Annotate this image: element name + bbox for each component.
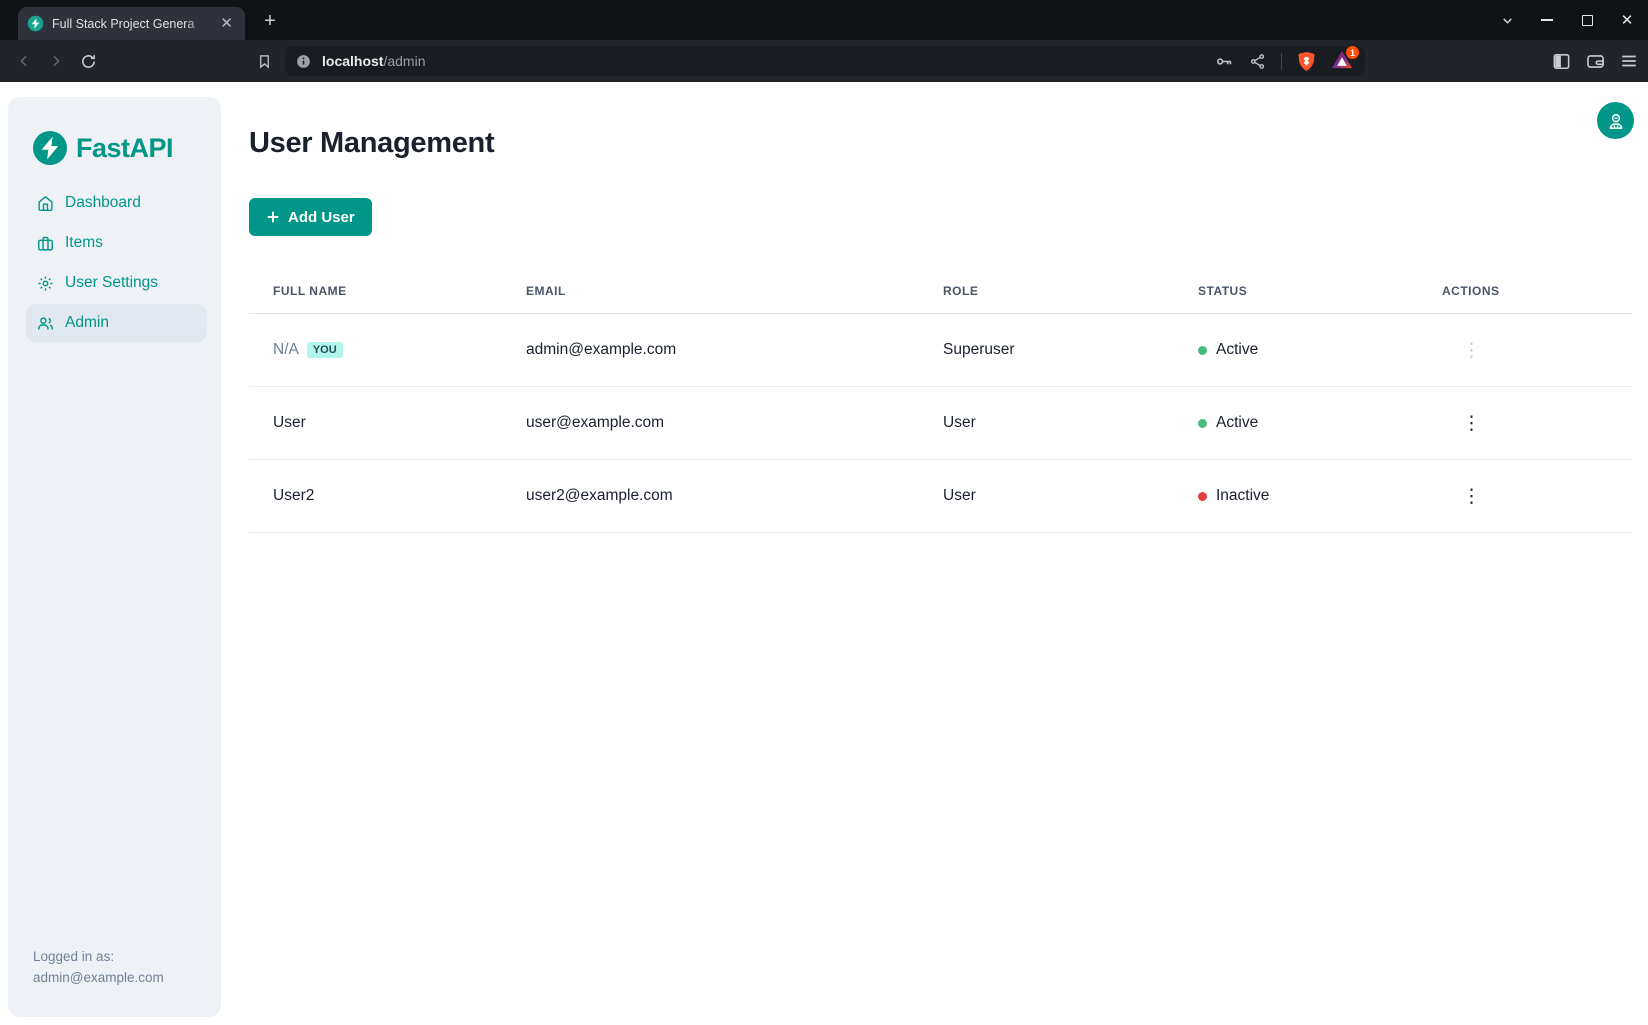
- sidebar-item-label: Admin: [65, 314, 109, 332]
- cell-role: User: [943, 414, 1198, 432]
- favicon-fastapi-icon: [27, 15, 44, 32]
- cell-full-name: User2: [273, 487, 526, 505]
- logged-in-info: Logged in as: admin@example.com: [33, 946, 205, 989]
- cell-email: user2@example.com: [526, 487, 943, 505]
- key-icon[interactable]: [1215, 52, 1234, 71]
- cell-full-name: N/A: [273, 341, 299, 358]
- users-icon: [37, 315, 54, 332]
- brave-rewards-icon[interactable]: 1: [1331, 50, 1353, 72]
- logo-text: FastAPI: [76, 133, 173, 164]
- plus-icon: [266, 210, 280, 224]
- you-badge: YOU: [307, 342, 343, 358]
- bookmark-icon[interactable]: [252, 49, 276, 73]
- fastapi-logo: FastAPI: [33, 131, 205, 165]
- window-close-button[interactable]: ✕: [1614, 7, 1640, 33]
- sidebar-item-label: Dashboard: [65, 194, 141, 212]
- sidebar-item-label: User Settings: [65, 274, 158, 292]
- logged-in-email: admin@example.com: [33, 967, 205, 989]
- page-title: User Management: [249, 127, 1632, 160]
- status-dot: [1198, 346, 1207, 355]
- user-menu-button[interactable]: [1597, 102, 1634, 139]
- status-dot: [1198, 419, 1207, 428]
- cell-role: User: [943, 487, 1198, 505]
- table-row: N/A YOU admin@example.com Superuser Activ…: [249, 314, 1632, 387]
- rewards-badge: 1: [1346, 46, 1359, 59]
- tab-search-chevron-icon[interactable]: [1494, 7, 1520, 33]
- col-role: Role: [943, 284, 1198, 298]
- col-email: Email: [526, 284, 943, 298]
- fastapi-bolt-icon: [33, 131, 67, 165]
- logged-in-label: Logged in as:: [33, 946, 205, 968]
- user-avatar-icon: [1606, 111, 1626, 131]
- new-tab-button[interactable]: +: [258, 9, 282, 33]
- users-table: Full Name Email Role Status Actions N/A Y…: [249, 269, 1632, 533]
- status-dot: [1198, 492, 1207, 501]
- cell-status: Active: [1216, 341, 1258, 359]
- sidebar-item-items[interactable]: Items: [26, 224, 207, 262]
- col-actions: Actions: [1442, 284, 1632, 298]
- browser-tab-bar: Full Stack Project Genera ✕ + ✕: [0, 0, 1648, 40]
- table-row: User user@example.com User Active ⋮: [249, 387, 1632, 460]
- brave-shield-icon[interactable]: [1297, 51, 1316, 72]
- sidebar-panel-icon[interactable]: [1552, 52, 1571, 71]
- row-actions-menu-icon[interactable]: ⋮: [1454, 483, 1489, 510]
- forward-icon[interactable]: [44, 49, 68, 73]
- address-bar[interactable]: localhost/admin 1: [285, 46, 1365, 76]
- tab-close-icon[interactable]: ✕: [217, 14, 236, 33]
- wallet-icon[interactable]: [1586, 52, 1605, 71]
- gear-icon: [37, 275, 54, 292]
- cell-role: Superuser: [943, 341, 1198, 359]
- toolbar-divider: [1281, 53, 1282, 70]
- cell-status: Active: [1216, 414, 1258, 432]
- menu-hamburger-icon[interactable]: [1620, 53, 1638, 69]
- briefcase-icon: [37, 235, 54, 252]
- add-user-label: Add User: [288, 209, 355, 226]
- sidebar-item-user-settings[interactable]: User Settings: [26, 264, 207, 302]
- home-icon: [37, 195, 54, 212]
- col-status: Status: [1198, 284, 1442, 298]
- sidebar-item-admin[interactable]: Admin: [26, 304, 207, 342]
- reload-icon[interactable]: [76, 49, 100, 73]
- col-full-name: Full Name: [273, 284, 526, 298]
- url-host: localhost: [322, 53, 383, 69]
- window-maximize-button[interactable]: [1574, 7, 1600, 33]
- table-header-row: Full Name Email Role Status Actions: [249, 269, 1632, 314]
- row-actions-menu-icon: ⋮: [1454, 337, 1489, 364]
- cell-email: admin@example.com: [526, 341, 943, 359]
- site-info-icon[interactable]: [295, 53, 312, 70]
- sidebar: FastAPI Dashboard Items User Settings Ad…: [8, 97, 221, 1017]
- share-icon[interactable]: [1249, 53, 1266, 70]
- browser-tab[interactable]: Full Stack Project Genera ✕: [18, 7, 245, 40]
- tab-title: Full Stack Project Genera: [52, 17, 209, 31]
- url-path: /admin: [383, 53, 425, 69]
- window-minimize-button[interactable]: [1534, 7, 1560, 33]
- row-actions-menu-icon[interactable]: ⋮: [1454, 410, 1489, 437]
- sidebar-item-dashboard[interactable]: Dashboard: [26, 184, 207, 222]
- cell-status: Inactive: [1216, 487, 1269, 505]
- cell-email: user@example.com: [526, 414, 943, 432]
- main-content: User Management Add User Full Name Email…: [221, 82, 1648, 1025]
- add-user-button[interactable]: Add User: [249, 198, 372, 236]
- cell-full-name: User: [273, 414, 526, 432]
- sidebar-item-label: Items: [65, 234, 103, 252]
- table-row: User2 user2@example.com User Inactive ⋮: [249, 460, 1632, 533]
- back-icon[interactable]: [12, 49, 36, 73]
- browser-toolbar: localhost/admin 1: [0, 40, 1648, 82]
